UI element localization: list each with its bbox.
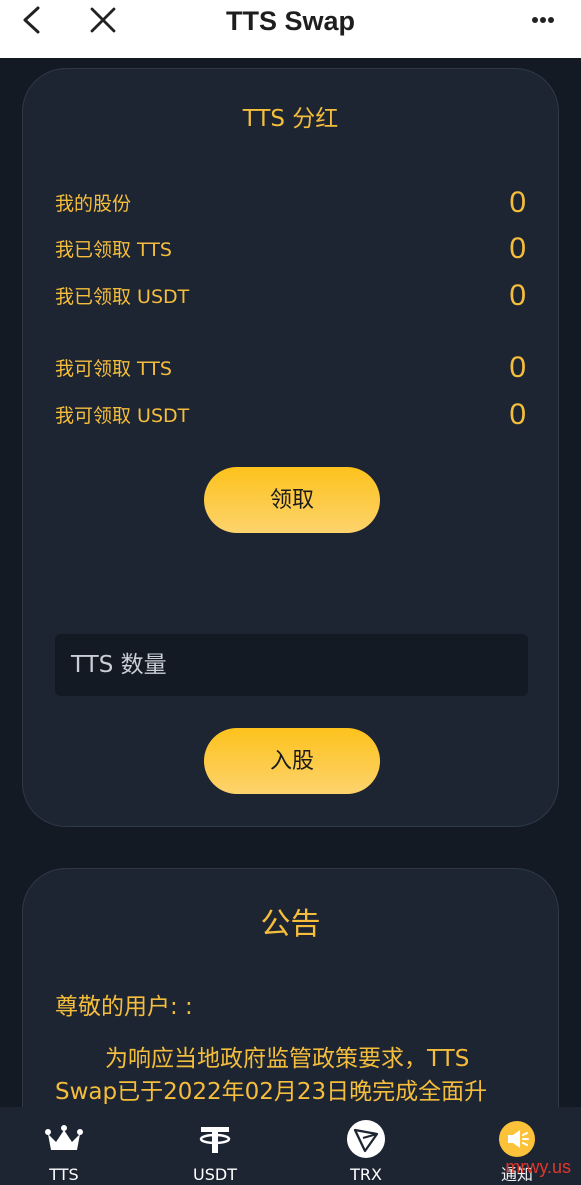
dividend-card: TTS 分红 我的股份 0 我已领取 TTS 0 我已领取 USDT 0 我可领… xyxy=(22,68,559,827)
more-dots-icon xyxy=(532,17,554,23)
claimed-tts-label: 我已领取 TTS xyxy=(55,239,172,261)
nav-label-usdt: USDT xyxy=(193,1165,237,1184)
nav-item-usdt[interactable]: USDT xyxy=(160,1119,270,1185)
watermark: mrwy.us xyxy=(505,1157,571,1177)
claimable-tts-label: 我可领取 TTS xyxy=(55,358,172,380)
notice-greeting: 尊敬的用户: : xyxy=(55,994,193,1020)
nav-label-trx: TRX xyxy=(350,1165,382,1184)
notice-title: 公告 xyxy=(260,907,321,942)
claim-button[interactable]: 领取 xyxy=(204,467,380,533)
join-button[interactable]: 入股 xyxy=(204,728,380,794)
nav-item-tts[interactable]: TTS xyxy=(9,1119,119,1185)
page-title: TTS Swap xyxy=(225,6,355,36)
claimed-tts-value: 0 xyxy=(509,232,526,265)
my-shares-row: 我的股份 0 xyxy=(55,185,526,221)
claimed-usdt-label: 我已领取 USDT xyxy=(55,286,190,308)
nav-label-tts: TTS xyxy=(49,1165,79,1184)
claimed-tts-row: 我已领取 TTS 0 xyxy=(55,231,526,267)
dividend-title: TTS 分红 xyxy=(242,106,339,132)
nav-item-trx[interactable]: TRX xyxy=(311,1119,421,1185)
my-shares-value: 0 xyxy=(509,186,526,219)
tron-icon xyxy=(346,1119,386,1159)
claimable-usdt-label: 我可领取 USDT xyxy=(55,405,190,427)
claimable-tts-row: 我可领取 TTS 0 xyxy=(55,350,526,386)
tts-amount-input[interactable]: TTS 数量 xyxy=(55,634,528,696)
claimed-usdt-row: 我已领取 USDT 0 xyxy=(55,278,526,314)
bottom-nav: TTS USDT TRX 通知 xyxy=(0,1107,581,1185)
more-button[interactable] xyxy=(523,0,563,40)
claimable-usdt-row: 我可领取 USDT 0 xyxy=(55,397,526,433)
top-bar: TTS Swap xyxy=(0,0,581,58)
my-shares-label: 我的股份 xyxy=(55,193,132,215)
notice-body: 为响应当地政府监管政策要求，TTS Swap已于2022年02月23日晚完成全面… xyxy=(55,1046,488,1105)
claimable-tts-value: 0 xyxy=(509,351,526,384)
claimed-usdt-value: 0 xyxy=(509,279,526,312)
claimable-usdt-value: 0 xyxy=(509,398,526,431)
crown-icon xyxy=(44,1119,84,1159)
megaphone-icon xyxy=(497,1119,537,1159)
tether-icon xyxy=(195,1119,235,1159)
